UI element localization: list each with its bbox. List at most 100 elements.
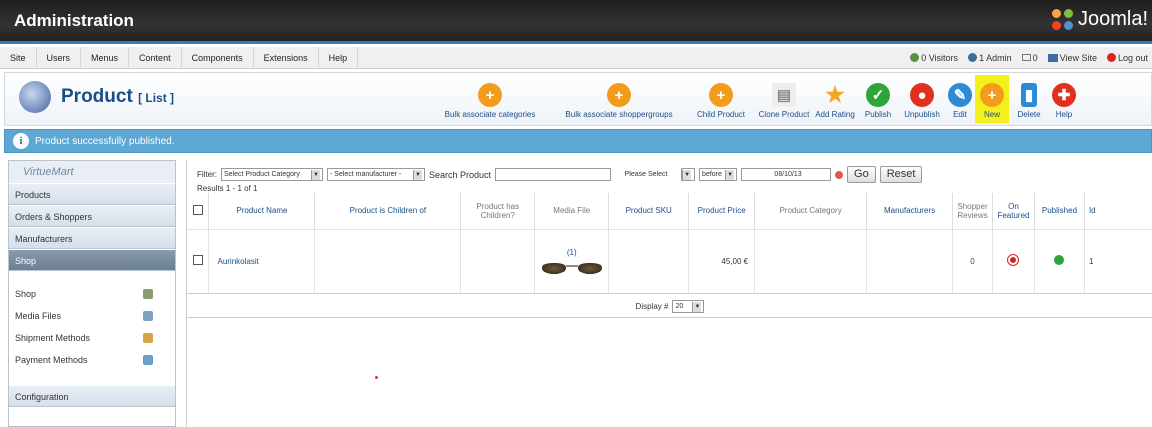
joomla-logo-text: Joomla!	[1077, 8, 1148, 30]
cell-manufacturers	[866, 228, 953, 294]
col-sku[interactable]: Product SKU	[608, 193, 690, 229]
clear-date-icon[interactable]	[835, 170, 844, 179]
menu-menus[interactable]: Menus	[81, 46, 130, 69]
toolbar-delete-button[interactable]: ▮ Delete	[1009, 75, 1049, 123]
media-count-link[interactable]: (1)	[535, 248, 608, 257]
toolbar-button-label: Help	[1055, 110, 1073, 119]
virtuemart-logo: VirtueMart	[9, 161, 175, 183]
cell-published[interactable]	[1034, 228, 1085, 294]
view-site-link[interactable]: View Site	[1047, 53, 1097, 63]
chevron-down-icon: ▼	[311, 169, 320, 180]
sidebar-sub-payment[interactable]: Payment Methods	[9, 349, 175, 371]
select-all-checkbox[interactable]	[187, 193, 210, 229]
cell-featured[interactable]	[992, 228, 1035, 294]
toolbar-edit-button[interactable]: ✎ Edit	[945, 75, 975, 123]
circle-icon: ●	[910, 83, 934, 107]
category-select[interactable]: Select Product Category ▼	[221, 168, 323, 181]
menu-users[interactable]: Users	[37, 46, 82, 69]
monitor-icon	[1047, 53, 1058, 62]
joomla-logo[interactable]: Joomla!	[1051, 8, 1148, 31]
col-price[interactable]: Product Price	[688, 193, 756, 229]
admin-header: Administration Joomla!	[0, 0, 1152, 44]
help-icon: ✚	[1052, 83, 1076, 107]
toolbar-help-button[interactable]: ✚ Help	[1049, 75, 1079, 123]
pagination-display: Display # 20 ▼	[187, 296, 1152, 318]
sidebar-item-configuration[interactable]: Configuration	[9, 385, 175, 407]
sidebar-item-manufacturers[interactable]: Manufacturers	[9, 227, 175, 249]
visitors-status: 0 Visitors	[910, 53, 958, 63]
product-icon	[19, 81, 51, 113]
toolbar-button-label: New	[983, 110, 1000, 119]
date-input[interactable]: 08/10/13	[741, 168, 832, 181]
search-label: Search Product	[429, 169, 492, 180]
info-icon: i	[13, 133, 29, 149]
toolbar-child-product-button[interactable]: + Child Product	[689, 75, 753, 123]
display-count-select[interactable]: 20 ▼	[672, 300, 705, 313]
col-has-children: Product has Children?	[460, 193, 536, 229]
published-check-icon	[1054, 255, 1065, 265]
toolbar-button-label: Edit	[953, 110, 967, 119]
col-children-of[interactable]: Product is Children of	[314, 193, 462, 229]
menu-components[interactable]: Components	[182, 46, 254, 69]
logout-link[interactable]: Log out	[1106, 53, 1148, 63]
col-id[interactable]: Id	[1084, 193, 1152, 229]
toolbar-new-button[interactable]: + New	[975, 75, 1009, 123]
sidebar-sub-media[interactable]: Media Files	[9, 305, 175, 327]
cell-category	[754, 228, 868, 294]
toolbar-button-label: Clone Product	[758, 110, 810, 119]
toolbar-publish-button[interactable]: ✓ Publish	[858, 75, 898, 123]
toolbar: Product [ List ] + Bulk associate categor…	[4, 72, 1152, 126]
sidebar-item-shop[interactable]: Shop	[9, 249, 175, 271]
results-count: Results 1 - 1 of 1	[197, 184, 258, 193]
toolbar-bulk-associate-categories-button[interactable]: + Bulk associate categories	[430, 75, 550, 123]
plus-icon: +	[709, 83, 733, 107]
cell-sku	[608, 228, 690, 294]
col-manufacturers[interactable]: Manufacturers	[866, 193, 953, 229]
before-select[interactable]: before ▼	[699, 168, 738, 181]
col-media-file: Media File	[534, 193, 610, 229]
product-table: Product Name Product is Children of Prod…	[187, 193, 1152, 294]
sunglasses-thumbnail[interactable]	[541, 261, 602, 275]
users-icon	[910, 53, 920, 62]
reset-button[interactable]: Reset	[879, 166, 923, 183]
menu-extensions[interactable]: Extensions	[254, 46, 319, 69]
toolbar-button-label: Bulk associate categories	[444, 110, 536, 119]
chevron-down-icon: ▼	[725, 169, 735, 180]
display-label: Display #	[635, 301, 669, 311]
menu-help[interactable]: Help	[319, 46, 359, 69]
sidebar-item-orders[interactable]: Orders & Shoppers	[9, 205, 175, 227]
table-row: Aurinkolasit (1) 45,00 € 0 1	[187, 228, 1152, 294]
sidebar-item-products[interactable]: Products	[9, 183, 175, 205]
col-reviews: Shopper Reviews	[952, 193, 993, 229]
admin-icon	[968, 53, 978, 62]
chevron-down-icon: ▼	[692, 301, 702, 312]
col-category: Product Category	[754, 193, 868, 229]
copy-icon: ▤	[772, 83, 796, 107]
cell-media: (1)	[534, 228, 610, 294]
product-name-link[interactable]: Aurinkolasit	[208, 228, 316, 294]
go-button[interactable]: Go	[847, 166, 876, 183]
sidebar-sub-shipment[interactable]: Shipment Methods	[9, 327, 175, 349]
sidebar-sub-shop[interactable]: Shop	[9, 283, 175, 305]
header-title: Administration	[14, 11, 134, 30]
please-select-dropdown[interactable]: ▼	[681, 168, 696, 181]
toolbar-clone-product-button[interactable]: ▤ Clone Product	[753, 75, 815, 123]
menu-content[interactable]: Content	[129, 46, 182, 69]
chevron-down-icon: ▼	[413, 169, 422, 180]
toolbar-button-label: Publish	[864, 110, 892, 119]
pencil-icon: ✎	[948, 83, 972, 107]
toolbar-bulk-associate-shoppergroups-button[interactable]: + Bulk associate shoppergroups	[549, 75, 689, 123]
cell-reviews[interactable]: 0	[952, 228, 993, 294]
toolbar-unpublish-button[interactable]: ● Unpublish	[899, 75, 945, 123]
col-featured[interactable]: On Featured	[992, 193, 1035, 229]
menu-site[interactable]: Site	[0, 46, 37, 69]
messages-status[interactable]: 0	[1021, 53, 1038, 63]
search-input[interactable]	[495, 168, 612, 181]
menu-bar: Site Users Menus Content Components Exte…	[0, 46, 1152, 69]
col-published[interactable]: Published	[1034, 193, 1085, 229]
toolbar-add-rating-button[interactable]: ★ Add Rating	[813, 75, 857, 123]
col-product-name[interactable]: Product Name	[208, 193, 316, 229]
row-checkbox[interactable]	[187, 228, 210, 294]
sidebar: VirtueMart Products Orders & Shoppers Ma…	[8, 160, 176, 427]
manufacturer-select[interactable]: - Select manufacturer - ▼	[327, 168, 425, 181]
